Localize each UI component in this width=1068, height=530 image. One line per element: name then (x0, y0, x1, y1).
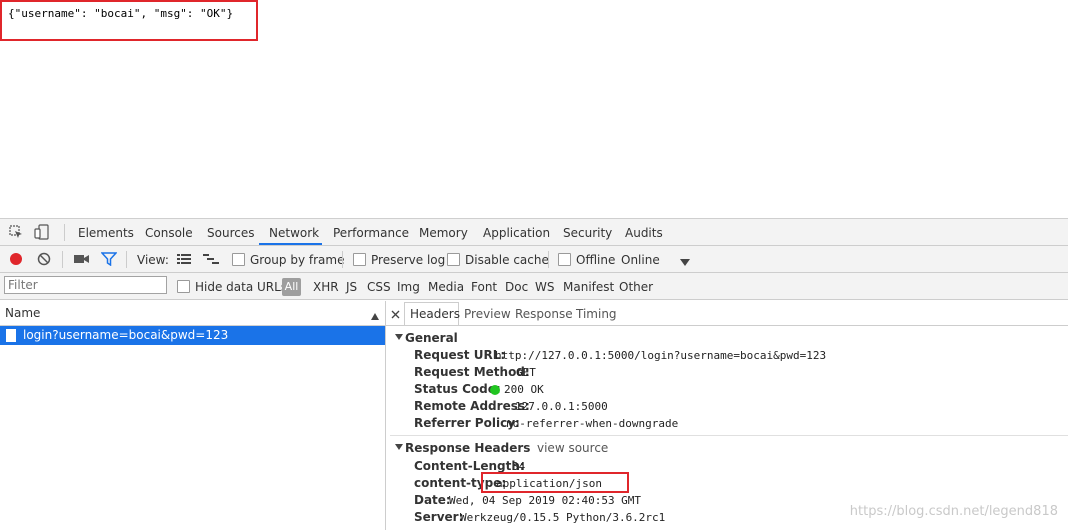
sort-up-icon[interactable] (371, 309, 379, 320)
tab-application[interactable]: Application (483, 226, 550, 240)
hide-data-urls-checkbox[interactable] (177, 280, 190, 293)
type-filter-media[interactable]: Media (428, 280, 464, 294)
request-url-value: http://127.0.0.1:5000/login?username=boc… (495, 349, 827, 362)
subtab-timing[interactable]: Timing (576, 307, 617, 321)
highlight-box-json (0, 0, 258, 41)
tab-audits[interactable]: Audits (625, 226, 663, 240)
request-method-value: GET (516, 366, 536, 379)
request-list-header: Name (0, 301, 385, 326)
document-icon (6, 329, 16, 342)
camera-icon[interactable] (74, 253, 90, 265)
detail-subtabs: Headers Preview Response Timing (386, 301, 1068, 326)
page-content: {"username": "bocai", "msg": "OK"} (0, 0, 1068, 218)
name-column-header[interactable]: Name (5, 306, 40, 320)
device-toolbar-icon[interactable] (34, 224, 50, 240)
tab-security[interactable]: Security (563, 226, 612, 240)
tab-console[interactable]: Console (145, 226, 193, 240)
close-icon[interactable] (391, 308, 400, 319)
subtab-response[interactable]: Response (515, 307, 573, 321)
server-key: Server: (414, 510, 464, 524)
disable-cache-checkbox[interactable] (447, 253, 460, 266)
subtab-preview[interactable]: Preview (464, 307, 511, 321)
clear-icon[interactable] (37, 252, 51, 266)
devtools-panel: Elements Console Sources Network Perform… (0, 218, 1068, 530)
tab-sources[interactable]: Sources (207, 226, 254, 240)
chevron-down-icon[interactable] (680, 256, 690, 266)
tab-elements[interactable]: Elements (78, 226, 134, 240)
group-by-frame-label: Group by frame (250, 253, 345, 267)
filter-input[interactable] (4, 276, 167, 294)
referrer-policy-key: Referrer Policy: (414, 416, 520, 430)
type-filter-font[interactable]: Font (471, 280, 497, 294)
view-label: View: (137, 253, 169, 267)
type-filter-other[interactable]: Other (619, 280, 653, 294)
waterfall-icon[interactable] (203, 253, 219, 265)
group-by-frame-checkbox[interactable] (232, 253, 245, 266)
response-headers-expand-icon[interactable] (395, 444, 403, 450)
date-key: Date: (414, 493, 451, 507)
remote-address-key: Remote Address: (414, 399, 530, 413)
general-section-title[interactable]: General (405, 331, 458, 345)
request-url-key: Request URL: (414, 348, 506, 362)
large-rows-icon[interactable] (177, 253, 191, 265)
record-icon[interactable] (9, 252, 23, 266)
watermark: https://blog.csdn.net/legend818 (849, 504, 1058, 519)
type-filter-ws[interactable]: WS (535, 280, 554, 294)
active-tab-indicator (259, 243, 322, 245)
request-row[interactable]: login?username=bocai&pwd=123 (0, 326, 385, 345)
tab-memory[interactable]: Memory (419, 226, 468, 240)
offline-checkbox[interactable] (558, 253, 571, 266)
content-length-key: Content-Length: (414, 459, 525, 473)
highlight-box-content-type (481, 472, 629, 493)
type-filter-js[interactable]: JS (346, 280, 357, 294)
request-name: login?username=bocai&pwd=123 (23, 328, 229, 342)
offline-label: Offline (576, 253, 616, 267)
throttling-select[interactable]: Online (621, 253, 660, 267)
status-code-key: Status Code: (414, 382, 501, 396)
type-filter-all[interactable]: All (282, 278, 301, 296)
request-method-key: Request Method: (414, 365, 530, 379)
preserve-log-checkbox[interactable] (353, 253, 366, 266)
type-filter-css[interactable]: CSS (367, 280, 391, 294)
disable-cache-label: Disable cache (465, 253, 549, 267)
tab-performance[interactable]: Performance (333, 226, 409, 240)
inspect-element-icon[interactable] (9, 225, 23, 239)
subtab-headers[interactable]: Headers (410, 307, 460, 321)
referrer-policy-value: no-referrer-when-downgrade (506, 417, 679, 430)
type-filter-manifest[interactable]: Manifest (563, 280, 614, 294)
remote-address-value: 127.0.0.1:5000 (515, 400, 608, 413)
type-filter-xhr[interactable]: XHR (313, 280, 339, 294)
date-value: Wed, 04 Sep 2019 02:40:53 GMT (449, 494, 642, 507)
tab-network[interactable]: Network (269, 226, 319, 240)
section-divider (390, 435, 1068, 436)
response-headers-title[interactable]: Response Headers (405, 441, 530, 455)
view-source-link[interactable]: view source (537, 441, 608, 455)
type-filter-doc[interactable]: Doc (505, 280, 528, 294)
filter-icon[interactable] (100, 252, 118, 267)
status-code-value: 200 OK (504, 383, 544, 396)
hide-data-urls-label: Hide data URLs (195, 280, 288, 294)
network-toolbar: View: Group by frame Preserve log Disabl… (0, 246, 1068, 273)
general-expand-icon[interactable] (395, 334, 403, 340)
pane-divider[interactable] (385, 301, 386, 530)
preserve-log-label: Preserve log (371, 253, 446, 267)
status-ok-icon (490, 384, 500, 395)
type-filter-img[interactable]: Img (397, 280, 420, 294)
devtools-tabbar: Elements Console Sources Network Perform… (0, 219, 1068, 246)
server-value: Werkzeug/0.15.5 Python/3.6.2rc1 (460, 511, 666, 524)
